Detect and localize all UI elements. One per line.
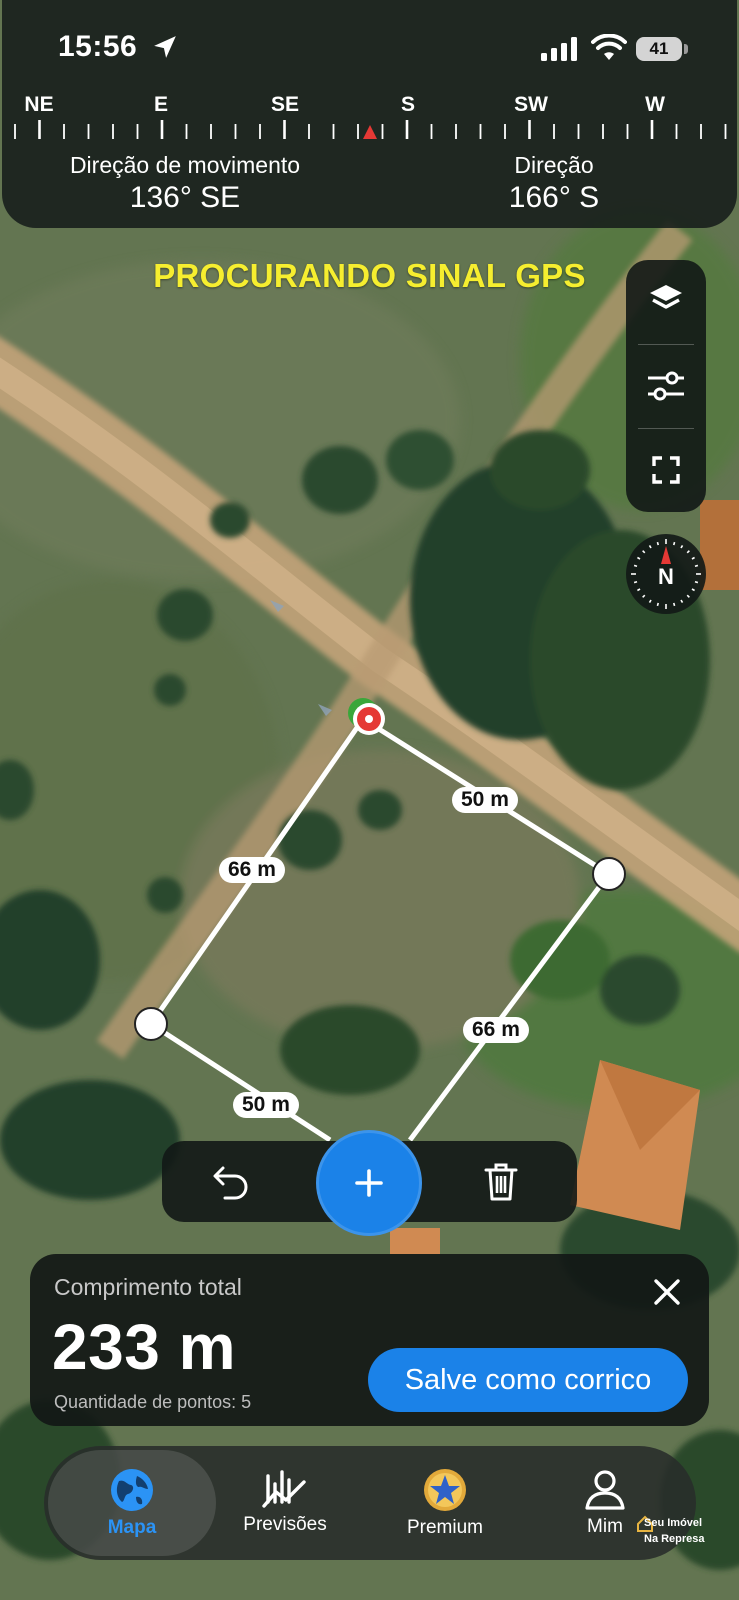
heading-marker-icon: [363, 125, 377, 139]
compass-rose-tick: [648, 599, 652, 603]
compass-north-letter: N: [658, 564, 674, 589]
measurement-summary-card: Comprimento total 233 m Quantidade de po…: [30, 1254, 709, 1426]
watermark: Seu Imóvel Na Represa: [636, 1515, 736, 1555]
cellular-signal-icon: [541, 37, 577, 61]
tab-mapa-label: Mapa: [107, 1517, 157, 1538]
compass-rose-tick: [642, 594, 646, 598]
watermark-line-1: Seu Imóvel: [644, 1517, 703, 1529]
wifi-icon: [591, 34, 627, 60]
movement-direction-label: Direção de movimento: [69, 152, 301, 178]
compass-rose-tick: [642, 550, 646, 554]
movement-direction-value: 136° SE: [129, 181, 241, 214]
compass-rose-tick: [637, 588, 641, 592]
filter-settings-button[interactable]: [626, 346, 706, 426]
delete-button[interactable]: [475, 1156, 527, 1208]
compass-rose-tick: [680, 545, 684, 549]
segment-label-bottom-left: 50 m: [233, 1092, 299, 1118]
segment-label-right: 66 m: [463, 1017, 529, 1043]
compass-rose-tick: [633, 564, 638, 568]
heading-label: Direção: [514, 152, 594, 178]
bottom-tab-bar: Mapa Previsões Premium Mim: [44, 1446, 696, 1560]
tab-premium-label: Premium: [406, 1517, 483, 1538]
plus-icon: [355, 1169, 383, 1197]
person-icon: [585, 1470, 625, 1510]
compass-rose-icon: N: [631, 539, 701, 609]
save-as-track-button[interactable]: Salve como corrico: [368, 1348, 688, 1412]
segment-label-top-right: 50 m: [452, 787, 518, 813]
battery-indicator: 41: [636, 37, 682, 61]
chart-icon: [262, 1470, 306, 1508]
tool-divider: [638, 344, 694, 345]
total-length-label: Comprimento total: [54, 1274, 242, 1300]
tool-divider: [638, 428, 694, 429]
tab-mapa[interactable]: Mapa: [57, 1446, 207, 1560]
layers-icon: [650, 285, 682, 309]
compass-scale: [14, 120, 727, 139]
compass-rose-tick: [691, 556, 695, 560]
points-count: Quantidade de pontos: 5: [54, 1392, 252, 1412]
segment-label-left: 66 m: [219, 857, 285, 883]
globe-icon: [111, 1469, 153, 1511]
heading: Direção 166° S: [509, 152, 599, 215]
compass-rose-tick: [656, 602, 660, 607]
compass-rose-tick: [694, 564, 699, 568]
compass-rose-tick: [656, 541, 660, 546]
heading-value: 166° S: [508, 181, 600, 214]
undo-button[interactable]: [205, 1158, 257, 1206]
compass-rose-tick: [686, 594, 690, 598]
watermark-line-2: Na Represa: [644, 1533, 705, 1545]
total-length-value: 233 m: [52, 1311, 236, 1383]
map-tools: [626, 260, 706, 512]
tab-previsoes[interactable]: Previsões: [210, 1446, 360, 1560]
status-time: 15:56: [58, 30, 138, 63]
battery-tip: [684, 44, 688, 54]
layers-button[interactable]: [626, 260, 706, 340]
tab-premium[interactable]: Premium: [370, 1446, 520, 1560]
trash-icon: [484, 1163, 518, 1201]
compass-rose-tick: [694, 580, 699, 584]
compass-rose-tick: [648, 545, 652, 549]
undo-icon: [213, 1166, 248, 1200]
fullscreen-icon: [652, 456, 680, 484]
add-point-button[interactable]: [316, 1130, 422, 1236]
tab-previsoes-label: Previsões: [243, 1514, 327, 1535]
close-button[interactable]: [647, 1272, 687, 1312]
compass-rose-tick: [637, 556, 641, 560]
location-arrow-icon: [154, 36, 176, 58]
movement-direction: Direção de movimento 136° SE: [70, 152, 300, 215]
tab-mim-label: Mim: [587, 1516, 623, 1537]
close-icon: [654, 1279, 680, 1305]
sliders-icon: [648, 371, 684, 401]
compass-rose-tick: [691, 588, 695, 592]
compass-rose-tick: [672, 602, 676, 607]
compass-rose-tick: [633, 580, 638, 584]
compass-rose-tick: [672, 541, 676, 546]
compass-rose-tick: [686, 550, 690, 554]
fullscreen-button[interactable]: [626, 430, 706, 510]
star-icon: [424, 1469, 466, 1511]
compass-rose-tick: [680, 599, 684, 603]
compass-button[interactable]: N: [626, 534, 706, 614]
